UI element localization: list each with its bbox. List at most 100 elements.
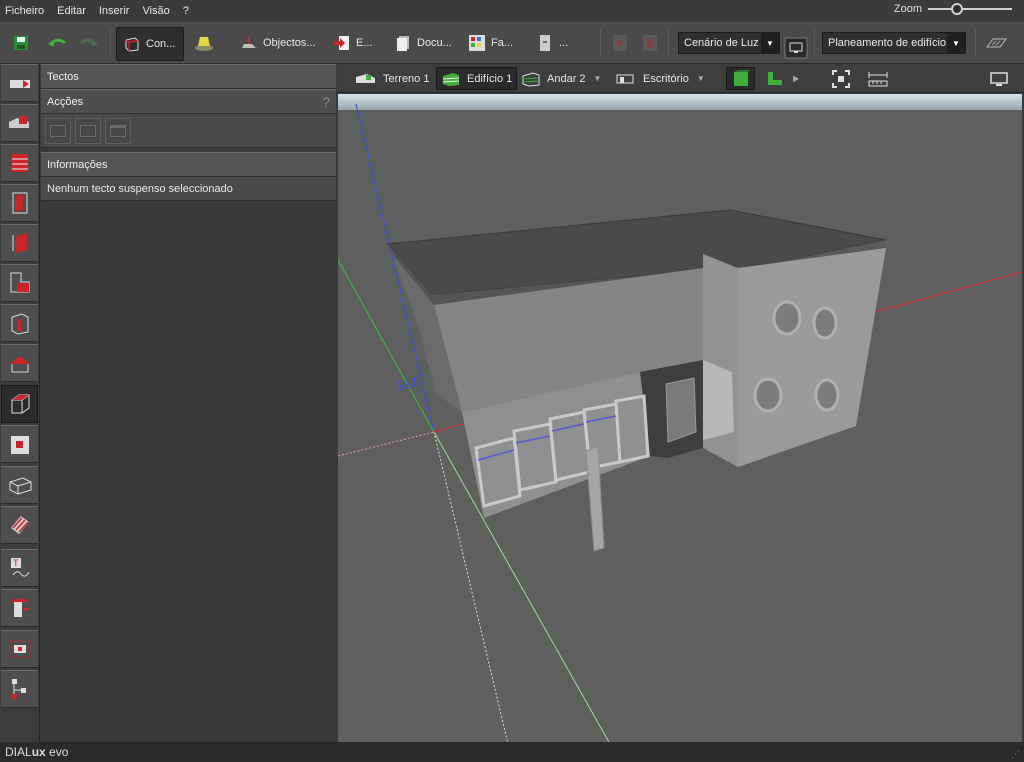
ceiling-icon xyxy=(11,394,29,414)
construct-button[interactable]: Con... xyxy=(116,27,184,61)
panel-title-bar: Tectos xyxy=(41,64,336,89)
room-tool[interactable] xyxy=(1,224,38,262)
display-button[interactable] xyxy=(985,67,1013,90)
zoom-slider[interactable] xyxy=(928,3,1012,15)
terrain-tool[interactable] xyxy=(1,104,38,142)
light-scene-settings-button[interactable] xyxy=(784,31,808,65)
export-button[interactable]: E... xyxy=(327,26,379,60)
porthole-window[interactable] xyxy=(753,377,783,413)
room-tab[interactable]: Escritório ▼ xyxy=(611,67,709,90)
floor-label: Andar 2 xyxy=(547,72,586,85)
more-button[interactable]: ... xyxy=(530,26,574,60)
floor-tab[interactable]: Andar 2 ▼ xyxy=(517,67,605,90)
chevron-right-icon[interactable]: ▶ xyxy=(793,74,799,83)
stop-button[interactable] xyxy=(640,26,660,60)
ground-plane-button[interactable] xyxy=(984,26,1008,60)
terrain-tab[interactable]: Terreno 1 xyxy=(351,67,433,90)
ceiling-action-3-button[interactable] xyxy=(105,117,131,144)
porthole-window[interactable] xyxy=(812,306,838,340)
measure-button[interactable] xyxy=(863,67,893,90)
documents-button[interactable]: Docu... xyxy=(388,26,458,60)
actions-toolbar xyxy=(41,114,336,148)
menu-inserir[interactable]: Inserir xyxy=(99,5,130,17)
documents-icon xyxy=(397,36,409,51)
scene-canvas[interactable]: Sa1 xyxy=(338,94,1022,742)
properties-panel: Tectos Acções ? Informações Nenhum tecto… xyxy=(41,64,336,742)
panel-icon xyxy=(110,124,126,137)
floor-plan-button[interactable]: ▶ xyxy=(761,67,803,90)
block-front-wall[interactable] xyxy=(738,248,886,467)
column-icon xyxy=(11,313,28,335)
menu-help[interactable]: ? xyxy=(183,5,189,17)
info-message-row: Nenhum tecto suspenso seleccionado xyxy=(41,177,336,201)
chevron-down-icon[interactable]: ▼ xyxy=(947,33,965,53)
stairs-icon xyxy=(9,477,31,495)
building-tool[interactable] xyxy=(1,144,38,182)
chevron-down-icon[interactable]: ▼ xyxy=(761,33,779,53)
3d-viewport[interactable]: Sa1 xyxy=(338,94,1022,742)
glass-window[interactable] xyxy=(512,422,558,492)
beam-tool[interactable] xyxy=(1,506,38,544)
panel-title: Tectos xyxy=(47,70,79,83)
save-button[interactable] xyxy=(12,26,30,60)
chevron-down-icon[interactable]: ▼ xyxy=(594,74,602,83)
actions-section[interactable]: Acções ? xyxy=(41,89,336,114)
beam-icon xyxy=(10,516,29,534)
3d-view-button[interactable] xyxy=(726,67,755,90)
menu-ficheiro[interactable]: Ficheiro xyxy=(5,5,44,17)
text-tool[interactable]: T xyxy=(1,549,38,587)
light-button[interactable] xyxy=(193,26,215,60)
building-tab[interactable]: Edifício 1 xyxy=(436,67,518,90)
zoom-label: Zoom xyxy=(893,3,922,15)
redo-button[interactable] xyxy=(78,26,100,60)
play-button[interactable] xyxy=(610,26,630,60)
help-icon[interactable]: ? xyxy=(322,94,330,110)
stair-tool[interactable] xyxy=(1,466,38,504)
panel-icon xyxy=(50,124,66,137)
light-scene-select[interactable]: Cenário de Luz 1 ▼ xyxy=(678,32,780,54)
porthole-window[interactable] xyxy=(772,300,802,336)
play-icon xyxy=(613,35,627,51)
monitor-icon xyxy=(784,37,808,59)
door-panel[interactable] xyxy=(703,360,734,440)
menu-editar[interactable]: Editar xyxy=(57,5,86,17)
glass-window[interactable] xyxy=(614,394,650,464)
objects-button[interactable]: Objectos... xyxy=(234,26,322,60)
roof-tool[interactable] xyxy=(1,344,38,382)
toolbar-divider xyxy=(668,28,669,58)
frame-tool[interactable] xyxy=(1,630,38,668)
resize-grip-icon[interactable]: ⋰ xyxy=(1011,749,1020,760)
info-section[interactable]: Informações xyxy=(41,152,336,177)
planning-select[interactable]: Planeamento de edifício... ▼ xyxy=(822,32,966,54)
undo-button[interactable] xyxy=(46,26,68,60)
import-tool[interactable] xyxy=(1,64,38,102)
main-toolbar: Con... Objectos... E... Docu... Fa... ..… xyxy=(0,22,1024,64)
fit-view-button[interactable] xyxy=(827,67,855,90)
hierarchy-tool[interactable] xyxy=(1,670,38,708)
ceiling-action-2-button[interactable] xyxy=(75,117,101,144)
cube-icon xyxy=(733,69,750,86)
floor-plan-icon xyxy=(768,71,782,85)
opening-icon xyxy=(10,436,29,454)
section-icon xyxy=(11,599,29,617)
menu-bar: Ficheiro Editar Inserir Visão ? Zoom xyxy=(0,0,1024,22)
glass-window[interactable] xyxy=(474,436,522,508)
chevron-down-icon[interactable]: ▼ xyxy=(697,74,705,83)
wall-tool[interactable] xyxy=(1,184,38,222)
opening-tool[interactable] xyxy=(1,425,38,463)
objects-icon xyxy=(242,37,256,48)
toolbar-divider xyxy=(975,28,976,58)
terrain-label: Terreno 1 xyxy=(383,72,430,85)
column-tool[interactable] xyxy=(1,304,38,342)
ceiling-tool[interactable] xyxy=(1,385,38,423)
porthole-window[interactable] xyxy=(814,378,840,412)
zoom-slider-knob[interactable] xyxy=(951,3,964,15)
stop-icon xyxy=(643,35,657,51)
planning-value: Planeamento de edifício... xyxy=(828,37,956,49)
facades-button[interactable]: Fa... xyxy=(462,26,519,60)
building-label: Edifício 1 xyxy=(467,72,513,85)
section-tool[interactable] xyxy=(1,589,38,627)
menu-visao[interactable]: Visão xyxy=(142,5,169,17)
floor-tool[interactable] xyxy=(1,264,38,302)
ceiling-action-1-button[interactable] xyxy=(45,117,71,144)
